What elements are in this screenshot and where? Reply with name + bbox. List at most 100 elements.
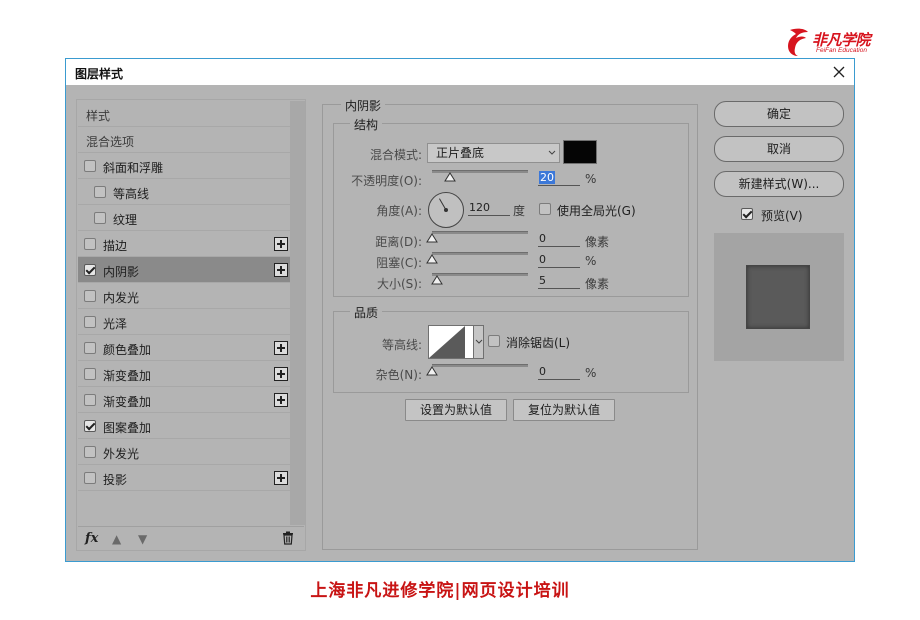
distance-input[interactable]: 0 (538, 231, 580, 247)
contour-checkbox[interactable] (94, 186, 106, 198)
global-light-label: 使用全局光(G) (557, 204, 636, 218)
add-inner-shadow-plus-icon[interactable] (274, 263, 288, 277)
anti-alias-checkbox[interactable] (488, 335, 500, 347)
styles-header-row[interactable]: 样式 (78, 101, 290, 127)
style-item-label: 渐变叠加 (103, 395, 152, 409)
angle-input[interactable]: 120 (468, 200, 510, 216)
bevel-emboss-checkbox[interactable] (84, 160, 96, 172)
style-item-satin[interactable]: 光泽 (78, 309, 290, 335)
style-item-inner-shadow[interactable]: 内阴影 (78, 257, 290, 283)
style-item-label: 描边 (103, 239, 128, 253)
style-item-contour[interactable]: 等高线 (78, 179, 290, 205)
style-item-label: 颜色叠加 (103, 343, 152, 357)
style-item-label: 等高线 (113, 187, 150, 201)
brand-logo: 非凡学院 FeiFan Education (786, 26, 886, 60)
choke-input[interactable]: 0 (538, 252, 580, 268)
noise-label: 杂色(N): (375, 368, 422, 382)
preview-checkbox[interactable] (741, 208, 753, 220)
style-preview-thumbnail (746, 265, 810, 329)
size-input[interactable]: 5 (538, 273, 580, 289)
add-stroke-plus-icon[interactable] (274, 237, 288, 251)
gradient-overlay-2-checkbox[interactable] (84, 394, 96, 406)
opacity-input[interactable]: 20 (538, 170, 580, 186)
cancel-button[interactable]: 取消 (714, 136, 844, 162)
styles-list-scrollbar[interactable] (290, 101, 305, 525)
inner-shadow-section: 内阴影 结构 混合模式: 正片叠底 不透明度(O): 20 % 角度(A): 1… (322, 97, 698, 550)
inner-glow-checkbox[interactable] (84, 290, 96, 302)
anti-alias-label: 消除锯齿(L) (506, 336, 571, 350)
styles-list-panel: 样式 混合选项 斜面和浮雕 等高线 纹理 描边 内阴影 内发光 光泽 颜色叠加 … (76, 99, 306, 551)
styles-list-footer: fx ▲ ▼ (78, 526, 304, 550)
noise-slider[interactable] (432, 364, 528, 367)
style-item-texture[interactable]: 纹理 (78, 205, 290, 231)
arrow-up-icon[interactable]: ▲ (112, 532, 121, 546)
style-item-label: 图案叠加 (103, 421, 152, 435)
arrow-down-icon[interactable]: ▼ (138, 532, 147, 546)
contour-preview (429, 326, 465, 358)
distance-unit: 像素 (585, 235, 610, 249)
quality-group: 品质 等高线: 消除锯齿(L) 杂色(N): 0 % (333, 304, 689, 393)
choke-slider[interactable] (432, 252, 528, 255)
drop-shadow-checkbox[interactable] (84, 472, 96, 484)
page-caption: 上海非凡进修学院|网页设计培训 (310, 581, 570, 601)
dialog-title: 图层样式 (75, 67, 124, 81)
style-item-label: 斜面和浮雕 (103, 161, 164, 175)
gradient-overlay-checkbox[interactable] (84, 368, 96, 380)
close-icon[interactable] (830, 63, 848, 81)
quality-group-title: 品质 (350, 304, 383, 321)
style-item-pattern-overlay[interactable]: 图案叠加 (78, 413, 290, 439)
satin-checkbox[interactable] (84, 316, 96, 328)
contour-picker[interactable] (428, 325, 474, 359)
style-item-label: 内发光 (103, 291, 140, 305)
size-unit: 像素 (585, 277, 610, 291)
trash-icon[interactable] (282, 531, 294, 545)
style-item-label: 投影 (103, 473, 128, 487)
angle-dial[interactable] (428, 192, 464, 228)
add-color-overlay-plus-icon[interactable] (274, 341, 288, 355)
outer-glow-checkbox[interactable] (84, 446, 96, 458)
blend-options-label: 混合选项 (86, 135, 135, 149)
ok-button[interactable]: 确定 (714, 101, 844, 127)
style-item-label: 纹理 (113, 213, 138, 227)
dialog-titlebar: 图层样式 (66, 59, 854, 85)
style-item-bevel-emboss[interactable]: 斜面和浮雕 (78, 153, 290, 179)
opacity-unit: % (585, 172, 597, 186)
style-item-drop-shadow[interactable]: 投影 (78, 465, 290, 491)
add-gradient-overlay-plus-icon[interactable] (274, 367, 288, 381)
structure-group-title: 结构 (350, 116, 383, 133)
contour-dropdown[interactable] (474, 325, 484, 359)
add-drop-shadow-plus-icon[interactable] (274, 471, 288, 485)
style-item-gradient-overlay-2[interactable]: 渐变叠加 (78, 387, 290, 413)
styles-header-label: 样式 (86, 109, 111, 123)
style-item-outer-glow[interactable]: 外发光 (78, 439, 290, 465)
style-item-label: 内阴影 (103, 265, 140, 279)
blend-mode-select[interactable]: 正片叠底 (427, 143, 560, 163)
size-slider[interactable] (432, 273, 528, 276)
reset-default-button[interactable]: 复位为默认值 (513, 399, 615, 421)
fx-button[interactable]: fx (85, 531, 98, 546)
set-default-button[interactable]: 设置为默认值 (405, 399, 507, 421)
pattern-overlay-checkbox[interactable] (84, 420, 96, 432)
slider-thumb-icon (444, 172, 456, 182)
global-light-checkbox[interactable] (539, 203, 551, 215)
style-item-stroke[interactable]: 描边 (78, 231, 290, 257)
stroke-checkbox[interactable] (84, 238, 96, 250)
blend-options-row[interactable]: 混合选项 (78, 127, 290, 153)
style-item-inner-glow[interactable]: 内发光 (78, 283, 290, 309)
texture-checkbox[interactable] (94, 212, 106, 224)
blend-mode-label: 混合模式: (369, 148, 422, 162)
noise-input[interactable]: 0 (538, 364, 580, 380)
style-item-gradient-overlay[interactable]: 渐变叠加 (78, 361, 290, 387)
add-gradient-overlay-2-plus-icon[interactable] (274, 393, 288, 407)
distance-label: 距离(D): (375, 235, 422, 249)
slider-thumb-icon (431, 275, 443, 285)
style-item-color-overlay[interactable]: 颜色叠加 (78, 335, 290, 361)
shadow-color-swatch[interactable] (563, 140, 597, 164)
color-overlay-checkbox[interactable] (84, 342, 96, 354)
distance-slider[interactable] (432, 231, 528, 234)
new-style-button[interactable]: 新建样式(W)... (714, 171, 844, 197)
noise-unit: % (585, 366, 597, 380)
blend-mode-value: 正片叠底 (436, 146, 485, 160)
inner-shadow-checkbox[interactable] (84, 264, 96, 276)
slider-thumb-icon (426, 366, 438, 376)
